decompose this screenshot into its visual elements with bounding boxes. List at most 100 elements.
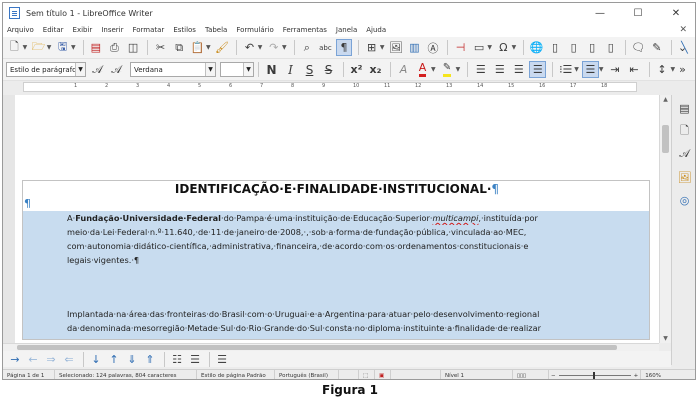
align-right-icon[interactable]: ☰ [510,61,527,78]
maximize-button[interactable]: ☐ [619,3,657,23]
export-pdf-icon[interactable]: ▤ [88,39,105,56]
highlight-button[interactable]: ✎ [439,61,456,78]
numbered-list-icon[interactable]: ☰ [581,61,599,78]
arrow-left-icon[interactable]: ← [25,352,41,366]
document-area[interactable]: IDENTIFICAÇÃO·E·FINALIDADE·INSTITUCIONAL… [3,95,659,343]
zoom-control[interactable]: − + [549,370,640,379]
language[interactable]: Português (Brasil) [275,369,339,379]
bookmark-icon[interactable]: ▯ [584,39,601,56]
paste-icon[interactable]: 📋 [189,39,206,56]
menu-editar[interactable]: Editar [43,26,64,34]
menu-exibir[interactable]: Exibir [73,26,93,34]
menu-estilos[interactable]: Estilos [173,26,196,34]
menu-formatar[interactable]: Formatar [132,26,164,34]
scroll-down-icon[interactable]: ▼ [660,335,671,342]
copy-icon[interactable]: ⧉ [171,39,188,56]
chevron-down-icon[interactable]: ▼ [282,44,287,51]
align-center-icon[interactable]: ☰ [491,61,508,78]
menu-formulario[interactable]: Formulário [236,26,273,34]
menu-tabela[interactable]: Tabela [205,26,227,34]
underline-button[interactable]: S [301,61,318,78]
chevron-down-icon[interactable]: ▼ [258,44,263,51]
decrease-indent-icon[interactable]: ⇤ [626,61,643,78]
print-icon[interactable]: ⎙ [106,39,123,56]
formatting-marks-icon[interactable]: ¶ [335,39,353,56]
menu-inserir[interactable]: Inserir [101,26,123,34]
horizontal-scrollbar[interactable] [3,343,659,351]
chevron-down-icon[interactable]: ▼ [599,66,604,73]
italic-button[interactable]: I [282,61,299,78]
arrow-right-icon[interactable]: → [7,352,23,366]
insert-field-icon[interactable]: ▭ [471,39,488,56]
footnote-icon[interactable]: ▯ [547,39,564,56]
close-document-button[interactable]: ✕ [679,25,687,35]
gallery-icon[interactable]: 🖼 [676,168,694,186]
line-spacing-icon[interactable]: ↕ [654,61,671,78]
draw-functions-icon[interactable]: ⌄ [674,39,691,56]
chevron-down-icon[interactable]: ▼ [512,44,517,51]
cross-reference-icon[interactable]: ▯ [603,39,620,56]
view-layout-icon[interactable]: ▯▯▯ [513,369,549,379]
menu-janela[interactable]: Janela [336,26,357,34]
signature[interactable] [391,369,441,379]
chevron-down-icon[interactable]: ▼ [456,66,461,73]
paragraph-1-line-3[interactable]: com·autonomia·didático-científica,·admin… [67,239,645,253]
navigator-icon[interactable]: ◎ [676,191,694,209]
styles-icon[interactable]: 𝒜 [676,145,694,163]
document-page[interactable]: IDENTIFICAÇÃO·E·FINALIDADE·INSTITUCIONAL… [15,95,659,343]
comment-icon[interactable]: 🗨 [630,39,647,56]
chevron-down-icon[interactable]: ▼ [206,44,211,51]
vertical-scrollbar[interactable]: ▲ ▼ [659,95,671,343]
word-count[interactable]: Selecionado: 124 palavras, 804 caractere… [55,369,197,379]
special-character-icon[interactable]: Ω [495,39,512,56]
print-preview-icon[interactable]: ◫ [125,39,142,56]
arrow-double-right-icon[interactable]: ⇒ [43,352,59,366]
chevron-down-icon[interactable]: ▼ [47,44,52,51]
paragraph-2-line-1[interactable]: Implantada·na·área·das·fronteiras·do·Bra… [67,307,645,321]
horizontal-scroll-thumb[interactable] [17,345,617,350]
paragraph-1-line-2[interactable]: meio·da·Lei·Federal·n.º·11.640,·de·11·de… [67,225,645,239]
spelling-error-word[interactable]: multicampi [433,213,479,223]
arrow-up-icon[interactable]: ↑ [106,352,122,366]
justify-icon[interactable]: ☰ [529,61,547,78]
update-style-icon[interactable]: 𝒜 [89,61,106,78]
chevron-down-icon[interactable]: ▼ [75,63,85,76]
bold-button[interactable]: N [263,61,280,78]
spelling-icon[interactable]: abc [317,39,334,56]
zoom-level[interactable]: 160% [640,369,665,379]
bullet-list-icon[interactable]: ⁝☰ [557,61,574,78]
save-status-icon[interactable]: ▣ [375,369,391,379]
chevron-down-icon[interactable]: ▼ [23,44,28,51]
close-button[interactable]: ✕ [657,3,695,23]
paragraph-1-line-4[interactable]: legais·vigentes.·¶ [67,253,645,267]
insert-text-box-icon[interactable]: Ⓐ [425,39,442,56]
menu-ajuda[interactable]: Ajuda [366,26,386,34]
undo-icon[interactable]: ↶ [241,39,258,56]
save-icon[interactable]: 🖫 [54,39,71,56]
strikethrough-button[interactable]: S [320,61,337,78]
zoom-out-icon[interactable]: − [551,373,556,379]
new-document-icon[interactable]: 🗋 [6,39,23,56]
scroll-up-icon[interactable]: ▲ [660,96,671,103]
chevron-down-icon[interactable]: ▼ [205,63,215,76]
minimize-button[interactable]: — [581,3,619,23]
subscript-button[interactable]: x₂ [367,61,384,78]
paragraph-2-line-2[interactable]: da·denominada·mesorregião·Metade·Sul·do·… [67,321,645,335]
insert-table-icon[interactable]: ⊞ [363,39,380,56]
open-folder-icon[interactable]: 🗁 [30,39,47,56]
list-outline-icon[interactable]: ☰ [187,352,203,366]
font-name-select[interactable]: Verdana ▼ [130,62,216,77]
page-count[interactable]: Página 1 de 1 [3,369,55,379]
chevron-down-icon[interactable]: ▼ [380,44,385,51]
zoom-slider-knob[interactable] [592,372,595,379]
arrow-double-left-icon[interactable]: ⇐ [61,352,77,366]
arrow-down-bar-icon[interactable]: ⇓ [124,352,140,366]
redo-icon[interactable]: ↷ [265,39,282,56]
chevron-down-icon[interactable]: ▼ [574,66,579,73]
find-replace-icon[interactable]: ⌕ [299,39,316,56]
align-left-icon[interactable]: ☰ [472,61,489,78]
chevron-down-icon[interactable]: ▼ [243,63,253,76]
page-icon[interactable]: 🗋 [676,122,694,140]
paragraph-1-line-1[interactable]: A·Fundação·Universidade·Federal·do·Pampa… [67,211,645,225]
list-restart-icon[interactable]: ☰ [214,352,230,366]
